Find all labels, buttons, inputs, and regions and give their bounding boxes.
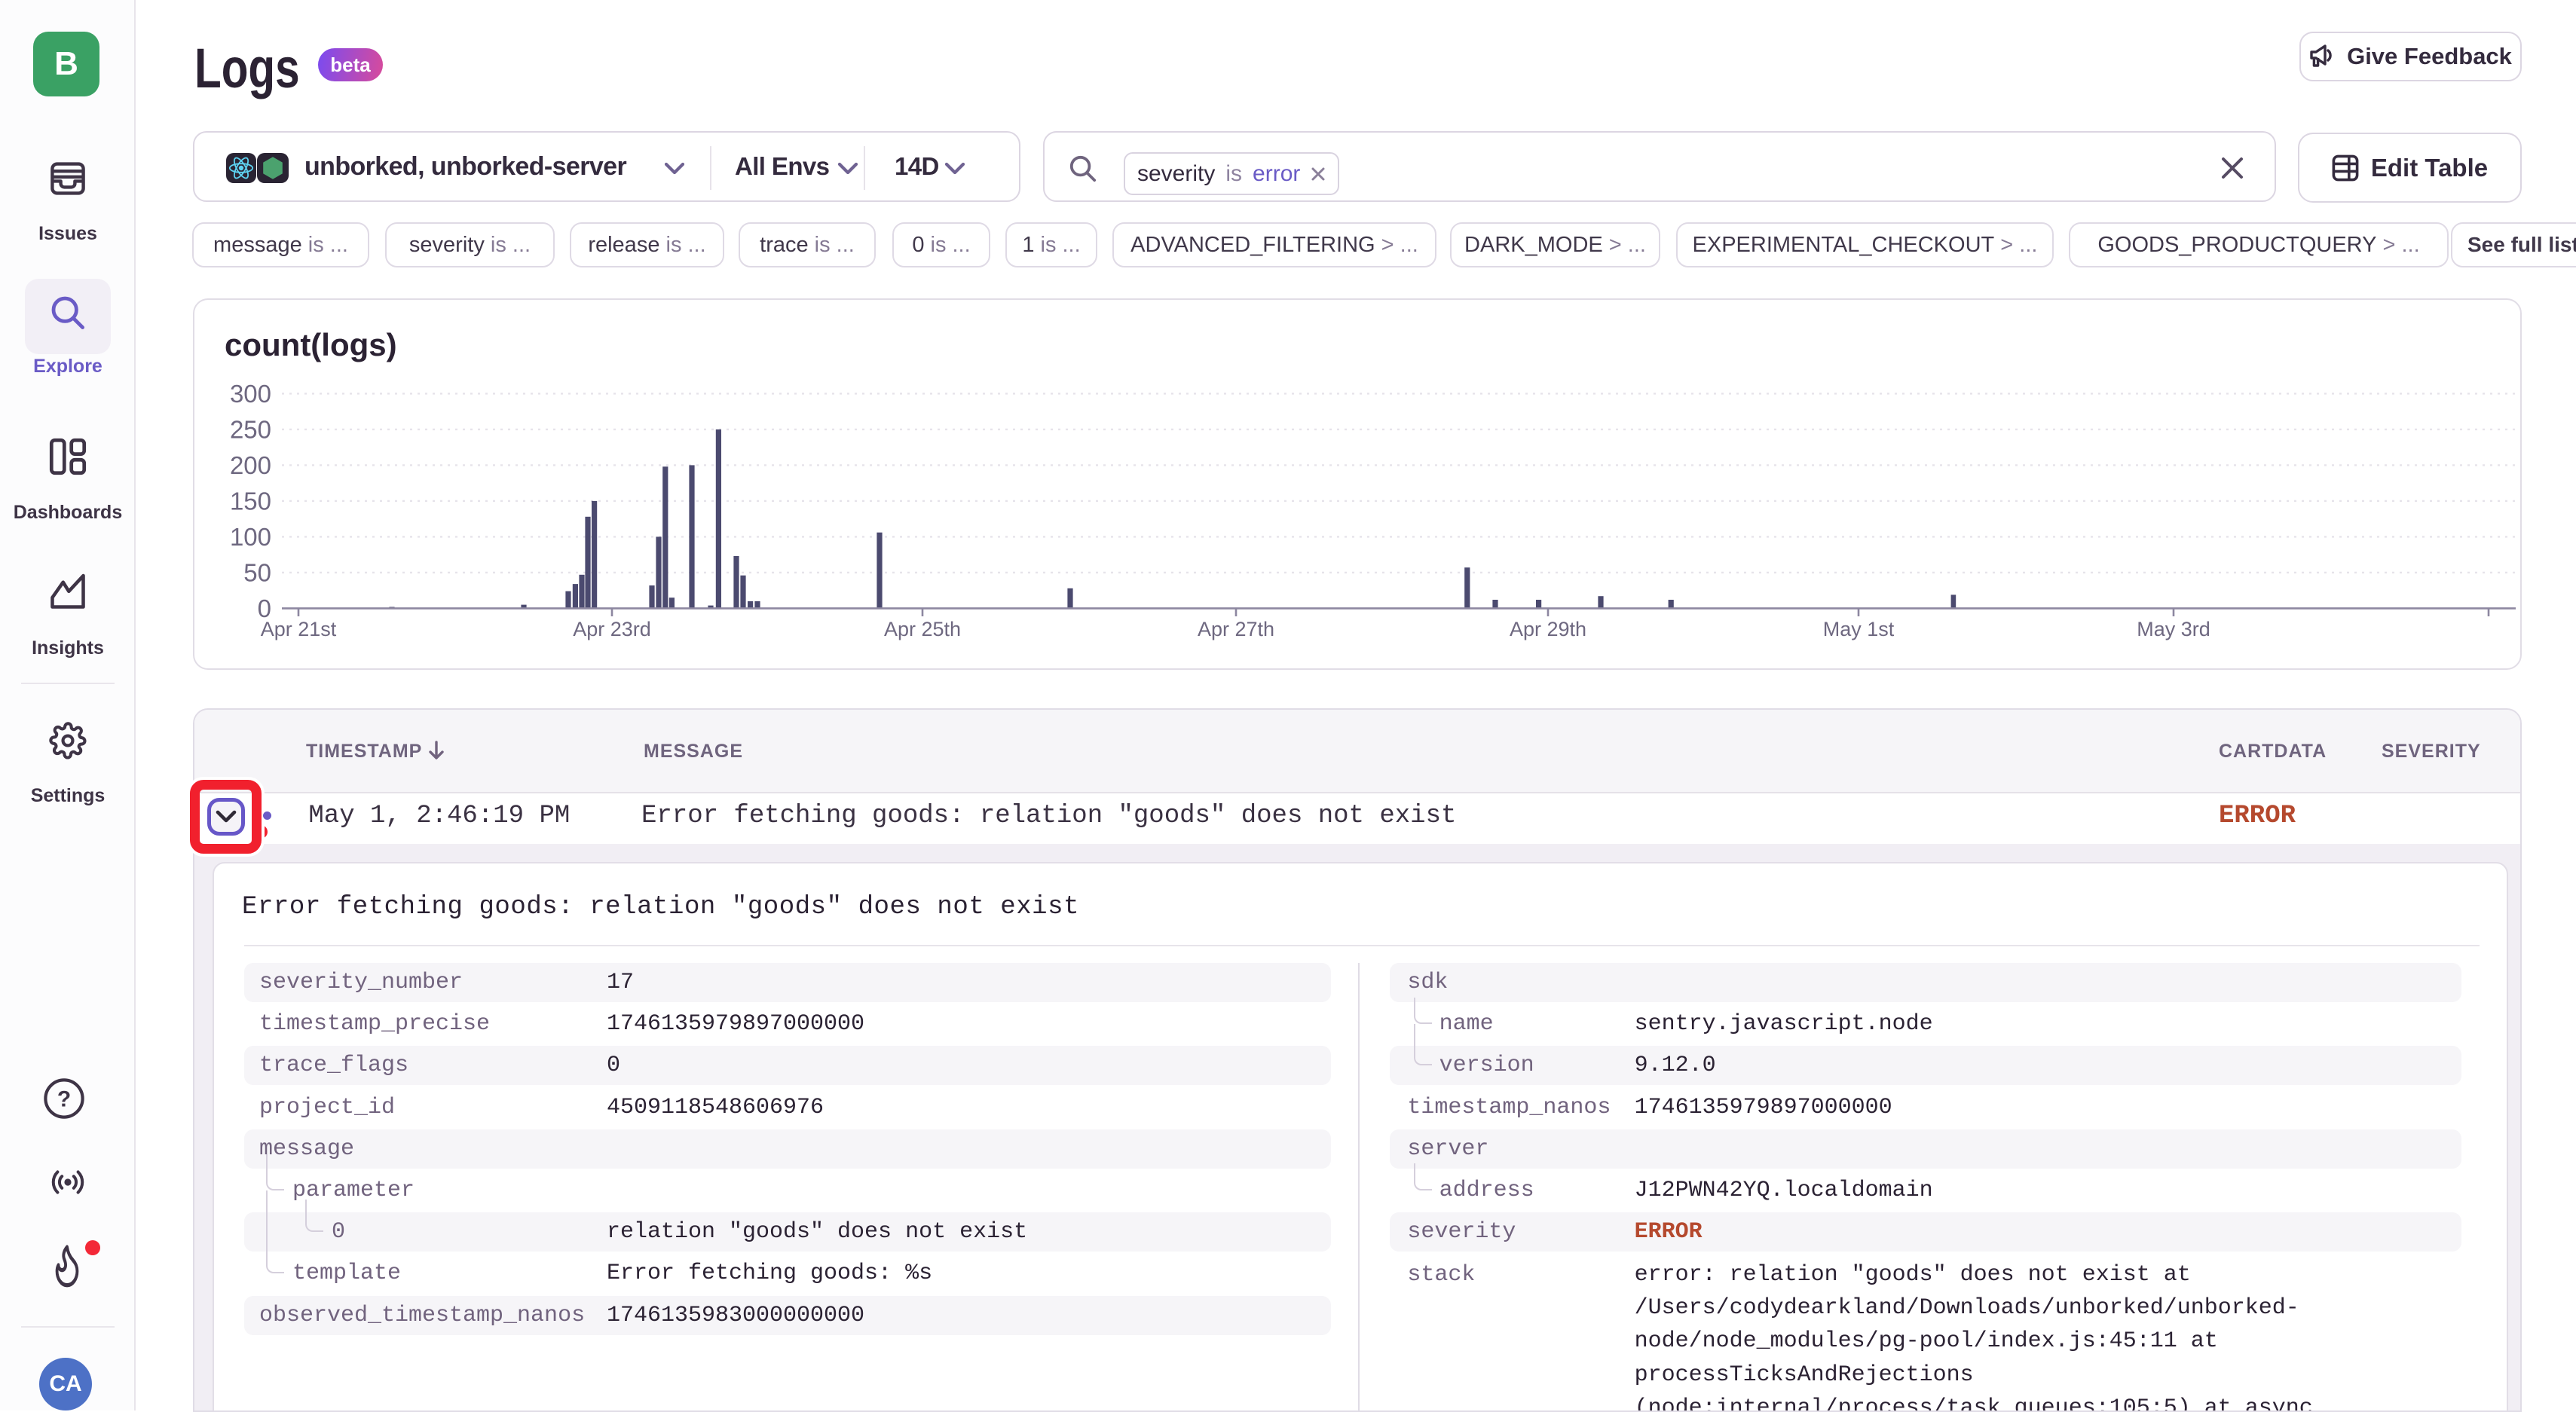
svg-text:Apr 27th: Apr 27th [1198, 618, 1274, 640]
svg-text:Apr 23rd: Apr 23rd [573, 618, 651, 640]
svg-text:Apr 29th: Apr 29th [1510, 618, 1586, 640]
svg-text:250: 250 [230, 415, 271, 443]
svg-text:300: 300 [230, 380, 271, 408]
svg-text:50: 50 [243, 558, 271, 586]
svg-text:150: 150 [230, 487, 271, 515]
svg-text:May 1st: May 1st [1823, 618, 1895, 640]
svg-text:Apr 25th: Apr 25th [884, 618, 961, 640]
svg-text:?: ? [57, 1087, 71, 1111]
svg-text:Apr 21st: Apr 21st [261, 618, 337, 640]
svg-text:100: 100 [230, 523, 271, 551]
svg-text:200: 200 [230, 451, 271, 479]
svg-text:May 3rd: May 3rd [2137, 618, 2210, 640]
